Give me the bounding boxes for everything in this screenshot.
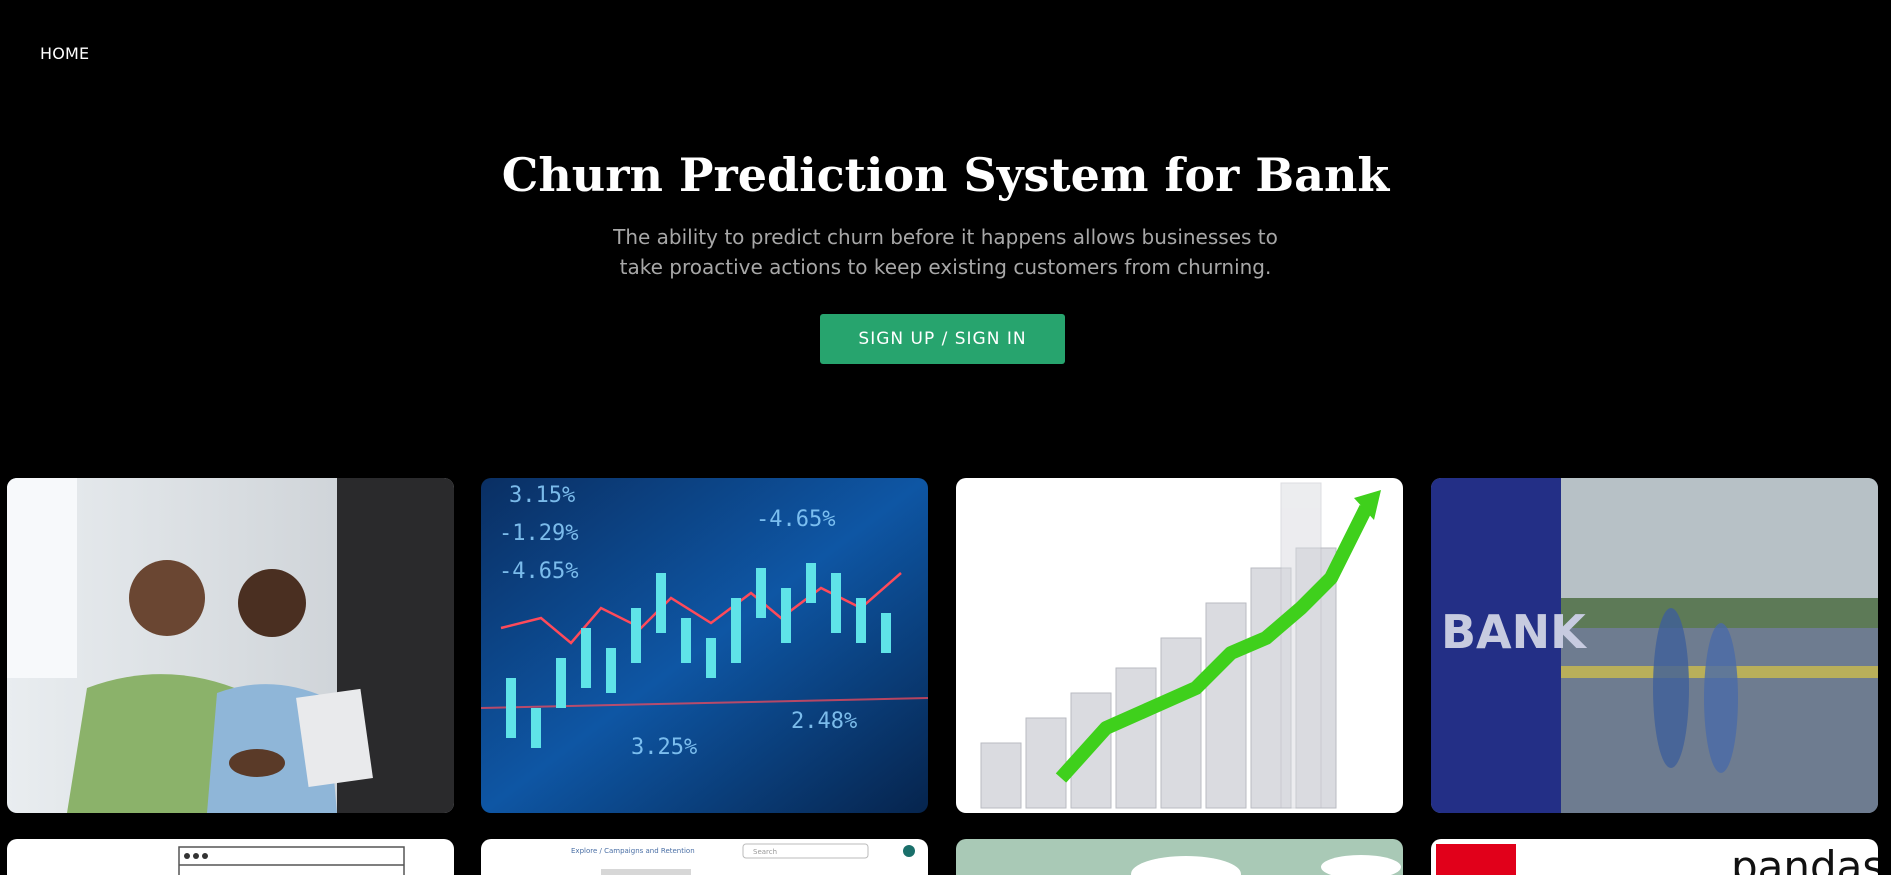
app-screenshot-image-card[interactable]: Explore / Campaigns and Retention Search bbox=[481, 839, 928, 875]
top-nav: HOME bbox=[40, 44, 89, 63]
stock-chart-image: 3.15% -1.29% -4.65% -4.65% 3.25% 2.48% bbox=[481, 478, 928, 813]
hero-subtitle: The ability to predict churn before it h… bbox=[613, 225, 1278, 279]
app-screenshot-image: Explore / Campaigns and Retention Search bbox=[481, 839, 928, 875]
browser-sketch-image-card[interactable] bbox=[7, 839, 454, 875]
app-search: Search bbox=[753, 848, 777, 856]
stock-label: 3.25% bbox=[631, 735, 697, 760]
sign-up-sign-in-button[interactable]: SIGN UP / SIGN IN bbox=[820, 314, 1065, 364]
cloud-image bbox=[956, 839, 1403, 875]
stock-label: -4.65% bbox=[756, 507, 835, 532]
stock-label: 3.15% bbox=[509, 483, 575, 508]
bank-image-card[interactable]: BANK bbox=[1431, 478, 1878, 813]
stock-label: -4.65% bbox=[499, 559, 578, 584]
nav-home-link[interactable]: HOME bbox=[40, 44, 89, 63]
growth-chart-image bbox=[956, 478, 1403, 813]
stock-label: 2.48% bbox=[791, 709, 857, 734]
bank-image: BANK bbox=[1431, 478, 1878, 813]
handshake-image-card[interactable] bbox=[7, 478, 454, 813]
page: HOME Churn Prediction System for Bank Th… bbox=[0, 0, 1891, 875]
stock-chart-image-card[interactable]: 3.15% -1.29% -4.65% -4.65% 3.25% 2.48% bbox=[481, 478, 928, 813]
handshake-image bbox=[7, 478, 454, 813]
hero: Churn Prediction System for Bank The abi… bbox=[0, 148, 1891, 282]
library-logo-image: pandas bbox=[1431, 839, 1878, 875]
library-logo-image-card[interactable]: pandas bbox=[1431, 839, 1878, 875]
browser-sketch-image bbox=[7, 839, 454, 875]
cloud-image-card[interactable] bbox=[956, 839, 1403, 875]
stock-label: -1.29% bbox=[499, 521, 578, 546]
page-title: Churn Prediction System for Bank bbox=[501, 148, 1390, 202]
app-breadcrumb: Explore / Campaigns and Retention bbox=[571, 847, 695, 855]
growth-chart-image-card[interactable] bbox=[956, 478, 1403, 813]
pandas-text: pandas bbox=[1731, 842, 1878, 875]
bank-sign-text: BANK bbox=[1441, 605, 1588, 659]
